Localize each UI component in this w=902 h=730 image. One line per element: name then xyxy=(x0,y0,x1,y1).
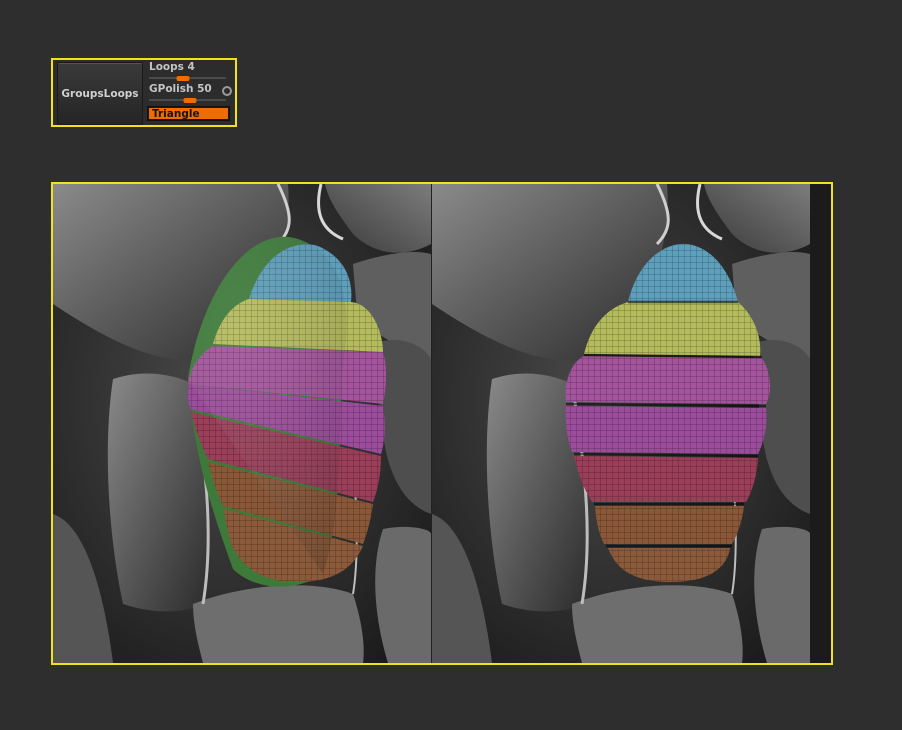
gpolish-slider-knob[interactable] xyxy=(183,98,197,103)
viewport-canvas[interactable] xyxy=(51,182,833,665)
sculpt-render xyxy=(53,184,812,663)
triangle-button[interactable]: Triangle xyxy=(147,106,230,121)
gpolish-slider-label: GPolish 50 xyxy=(149,83,212,95)
groups-loops-button-label: GroupsLoops xyxy=(61,87,139,100)
gpolish-slider[interactable]: GPolish 50 xyxy=(148,83,232,103)
right-view xyxy=(430,184,812,663)
loops-slider-label: Loops 4 xyxy=(149,61,195,73)
triangle-button-label: Triangle xyxy=(152,108,200,120)
loops-slider-knob[interactable] xyxy=(176,76,190,81)
groups-loops-button[interactable]: GroupsLoops xyxy=(57,62,143,125)
loops-slider[interactable]: Loops 4 xyxy=(148,61,232,81)
gpolish-toggle-circle-icon[interactable] xyxy=(222,86,232,96)
groups-loops-panel: GroupsLoops Loops 4 GPolish 50 Triangle xyxy=(51,58,237,127)
left-view xyxy=(53,184,433,663)
